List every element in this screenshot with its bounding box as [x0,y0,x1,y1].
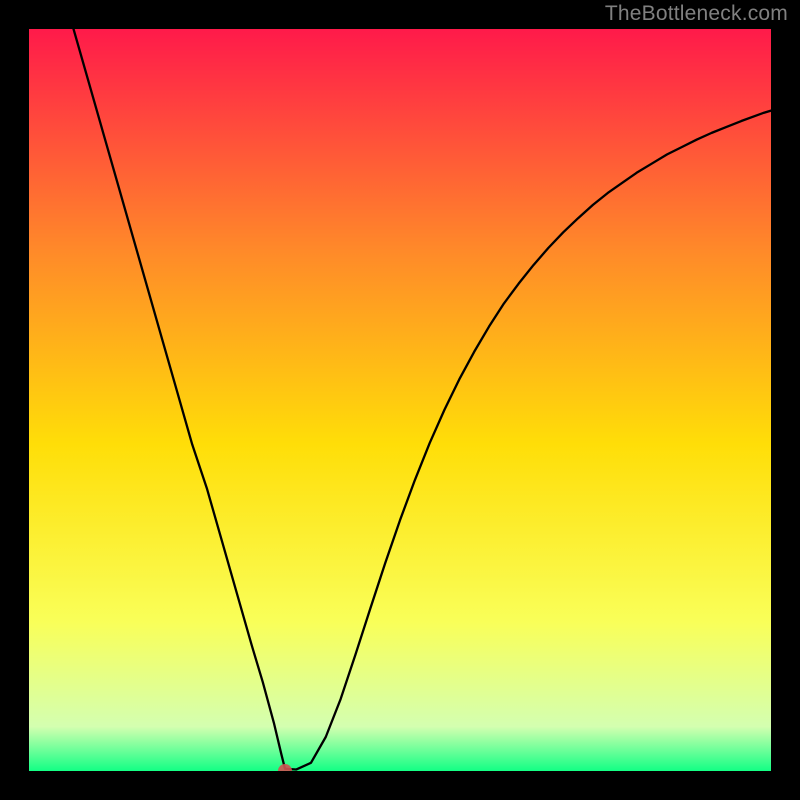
watermark-text: TheBottleneck.com [605,2,788,26]
gradient-background [29,29,771,771]
bottleneck-plot [29,29,771,771]
chart-container: TheBottleneck.com [0,0,800,800]
